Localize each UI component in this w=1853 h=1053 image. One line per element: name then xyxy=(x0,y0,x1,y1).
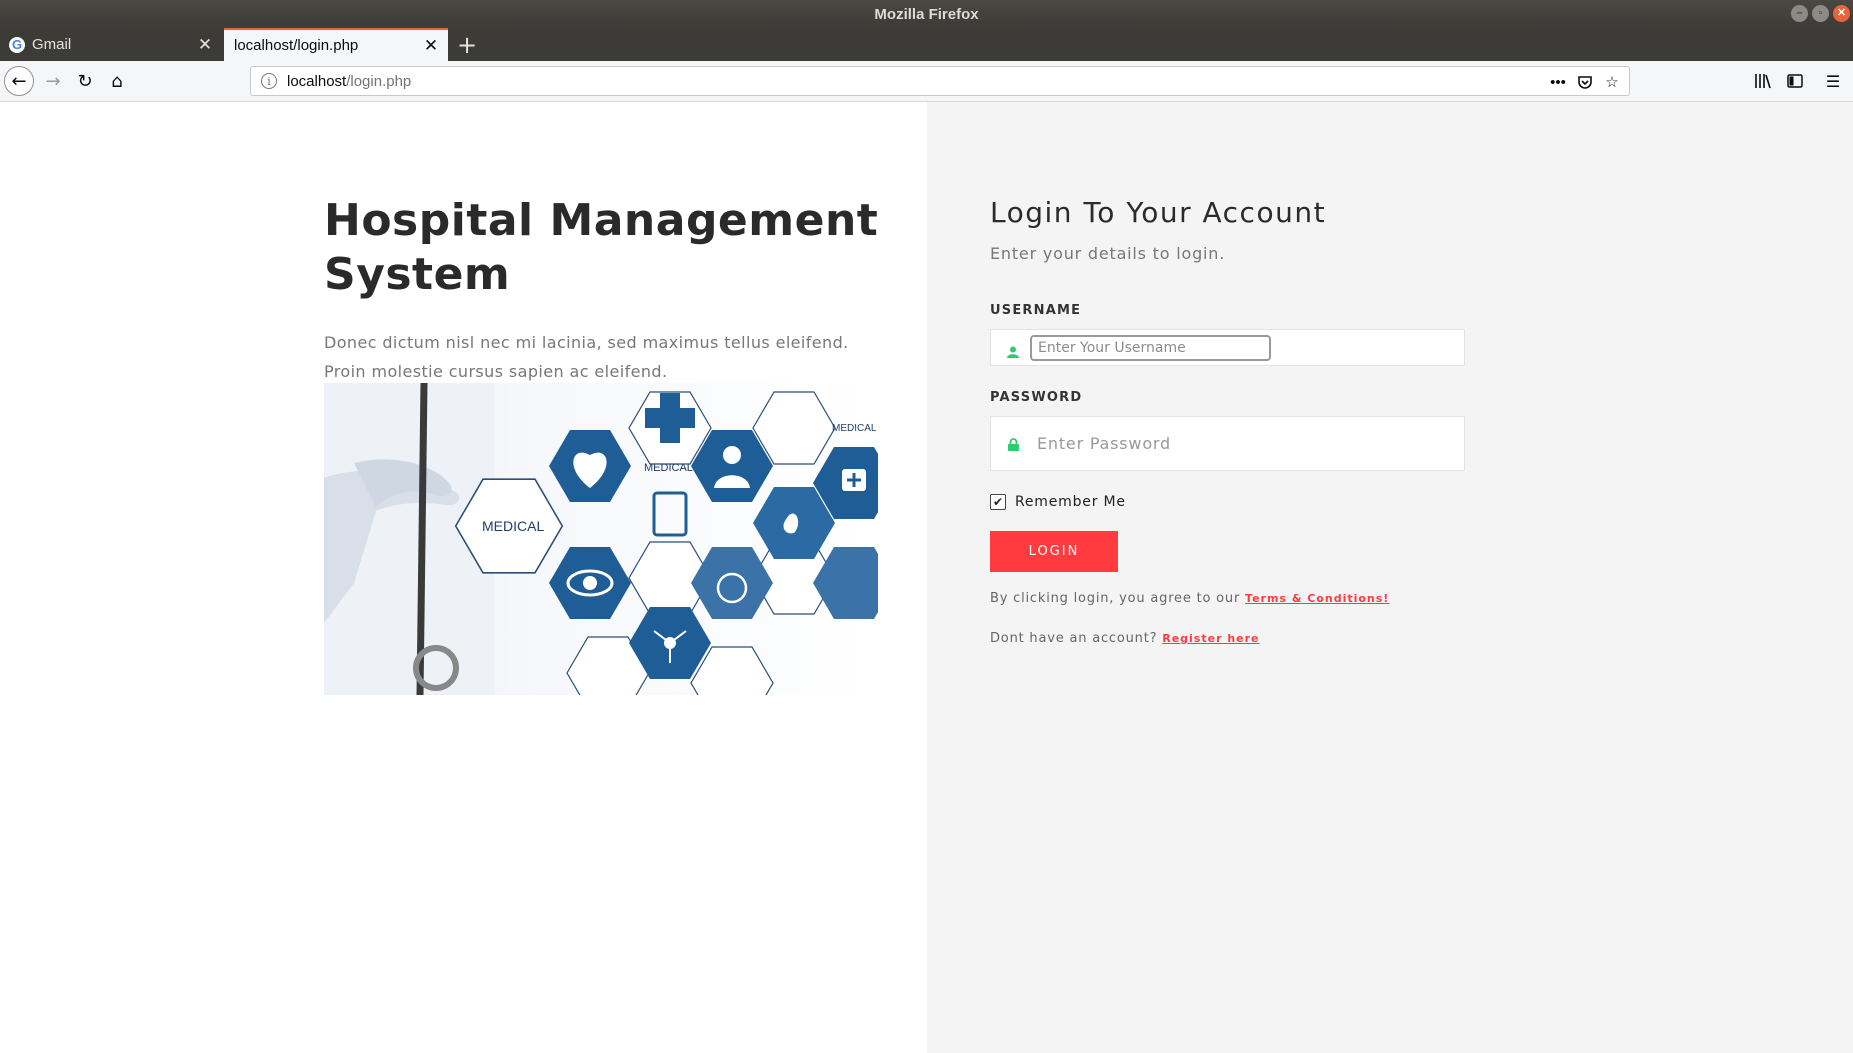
terms-text: By clicking login, you agree to our xyxy=(990,591,1241,606)
register-link[interactable]: Register here xyxy=(1162,632,1259,645)
sidebar-icon[interactable] xyxy=(1780,66,1810,96)
user-icon xyxy=(1006,345,1020,359)
bookmark-star-icon[interactable]: ☆ xyxy=(1601,71,1623,93)
page-content: Hospital Management System Donec dictum … xyxy=(0,102,1853,1053)
password-field-wrapper xyxy=(990,416,1465,471)
window-controls: – ▫ ✕ xyxy=(1791,5,1850,22)
reload-icon[interactable]: ↻ xyxy=(70,66,100,96)
username-input[interactable] xyxy=(1030,335,1271,361)
url-bar[interactable]: i localhost/login.php ••• ☆ xyxy=(250,66,1630,96)
terms-note: By clicking login, you agree to our Term… xyxy=(990,591,1389,606)
back-arrow-icon[interactable]: ← xyxy=(4,66,34,96)
login-subtitle: Enter your details to login. xyxy=(990,244,1226,263)
forward-arrow-icon[interactable]: → xyxy=(38,66,68,96)
password-input[interactable] xyxy=(1037,429,1437,457)
library-icon[interactable] xyxy=(1748,66,1778,96)
maximize-icon[interactable]: ▫ xyxy=(1812,5,1829,22)
close-window-icon[interactable]: ✕ xyxy=(1833,5,1850,22)
intro-description: Donec dictum nisl nec mi lacinia, sed ma… xyxy=(324,333,849,381)
remember-label: Remember Me xyxy=(1015,494,1126,510)
close-tab-icon[interactable]: ✕ xyxy=(193,33,217,57)
minimize-icon[interactable]: – xyxy=(1791,5,1808,22)
url-path: /login.php xyxy=(346,72,412,90)
tab-label: Gmail xyxy=(32,36,72,53)
tab-login[interactable]: localhost/login.php ✕ xyxy=(224,28,448,61)
home-icon[interactable]: ⌂ xyxy=(102,66,132,96)
username-field-wrapper xyxy=(990,329,1465,366)
tab-strip: G Gmail ✕ localhost/login.php ✕ + xyxy=(0,28,1853,61)
medical-hero-image: MEDICAL MEDICAL MEDICAL xyxy=(324,383,878,695)
remember-me[interactable]: ✔ Remember Me xyxy=(990,494,1126,510)
google-favicon-icon: G xyxy=(9,36,25,53)
page-title: Hospital Management System xyxy=(324,195,879,300)
login-button[interactable]: LOGIN xyxy=(990,531,1118,572)
register-text: Dont have an account? xyxy=(990,631,1158,646)
url-host: localhost xyxy=(287,72,347,90)
tab-gmail[interactable]: G Gmail ✕ xyxy=(0,28,222,61)
site-info-icon[interactable]: i xyxy=(261,73,277,89)
medical-label-left: MEDICAL xyxy=(482,518,544,534)
new-tab-icon[interactable]: + xyxy=(452,28,482,61)
medical-label-top: MEDICAL xyxy=(644,462,693,474)
window-titlebar: Mozilla Firefox – ▫ ✕ xyxy=(0,0,1853,28)
pocket-icon[interactable] xyxy=(1574,71,1596,93)
medical-label-right: MEDICAL xyxy=(832,423,877,434)
navigation-bar: ← → ↻ ⌂ i localhost/login.php ••• ☆ ☰ xyxy=(0,61,1853,102)
lock-icon xyxy=(1006,437,1020,451)
register-note: Dont have an account? Register here xyxy=(990,631,1260,646)
menu-hamburger-icon[interactable]: ☰ xyxy=(1818,66,1848,96)
remember-checkbox[interactable]: ✔ xyxy=(990,494,1006,510)
page-actions-icon[interactable]: ••• xyxy=(1547,71,1569,93)
window-title: Mozilla Firefox xyxy=(874,5,979,23)
terms-link[interactable]: Terms & Conditions! xyxy=(1245,592,1389,605)
username-label: USERNAME xyxy=(990,303,1082,318)
tab-label: localhost/login.php xyxy=(234,37,359,54)
password-label: PASSWORD xyxy=(990,390,1083,405)
login-title: Login To Your Account xyxy=(990,196,1327,229)
close-tab-icon[interactable]: ✕ xyxy=(419,34,443,58)
